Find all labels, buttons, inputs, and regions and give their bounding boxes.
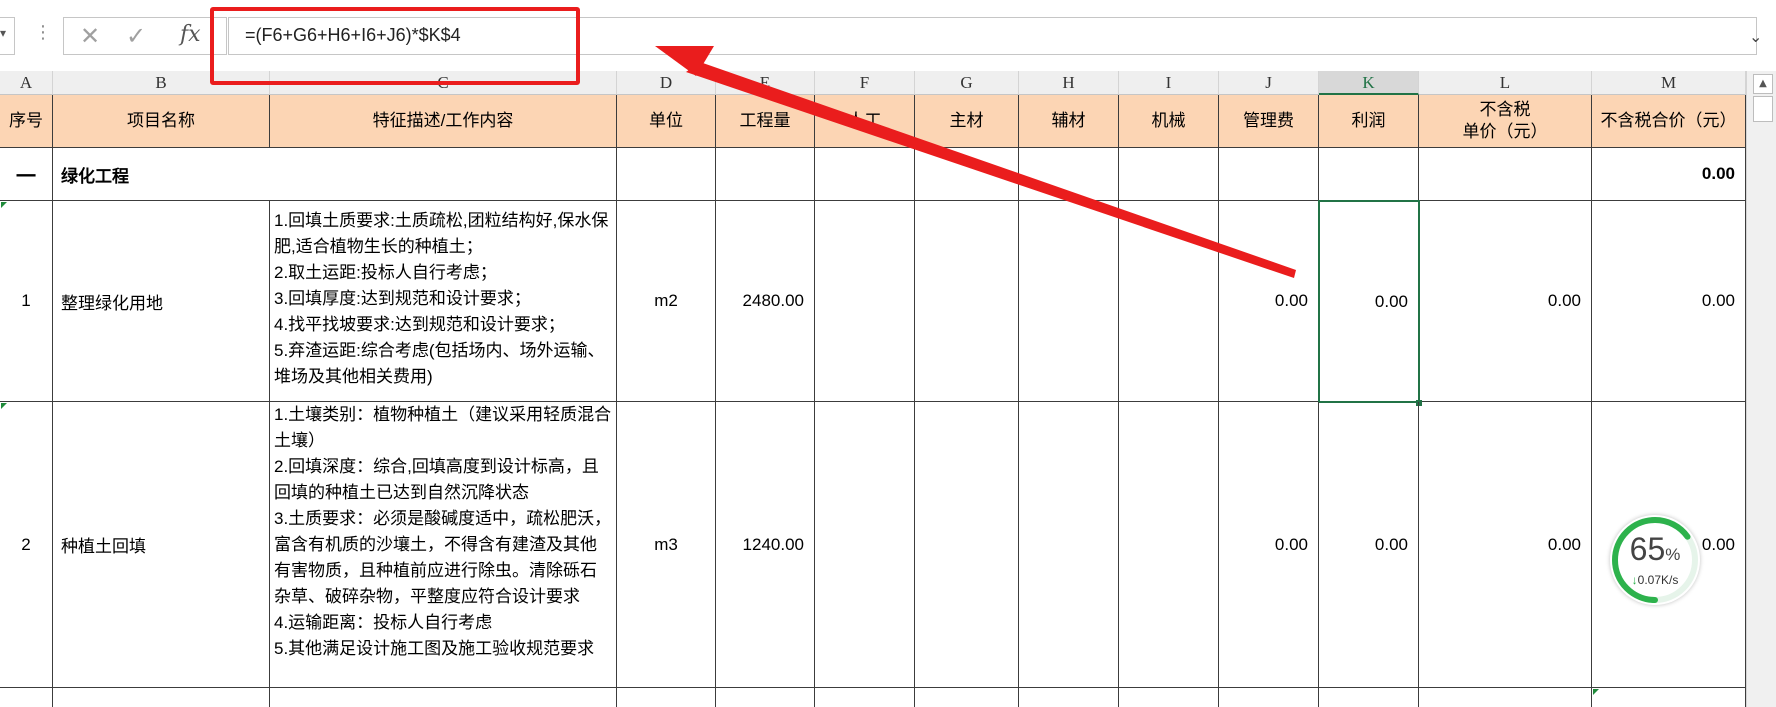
row-2-qty[interactable]: 1240.00 bbox=[716, 402, 815, 688]
row-2-mgmt-fee[interactable]: 0.00 bbox=[1219, 402, 1319, 688]
cell[interactable] bbox=[1419, 688, 1592, 707]
cell[interactable] bbox=[815, 148, 915, 201]
header-total[interactable]: 不含税合价（元） bbox=[1592, 95, 1746, 148]
row-2-seq[interactable]: 2 bbox=[0, 402, 53, 688]
row-1-machine[interactable] bbox=[1119, 201, 1219, 402]
column-header-f[interactable]: F bbox=[815, 71, 915, 95]
more-dots-icon: ⋮ bbox=[34, 22, 52, 43]
column-header-i[interactable]: I bbox=[1119, 71, 1219, 95]
cell[interactable] bbox=[915, 688, 1019, 707]
speed-percent-value: 65 bbox=[1629, 531, 1666, 567]
header-machine[interactable]: 机械 bbox=[1119, 95, 1219, 148]
error-indicator-icon[interactable] bbox=[1, 202, 7, 208]
sheet-grid: 序号 项目名称 特征描述/工作内容 单位 工程量 人工 主材 辅材 机械 管理费… bbox=[0, 95, 1746, 707]
error-indicator-icon[interactable] bbox=[1, 403, 7, 409]
header-unit-price[interactable]: 不含税 单价（元） bbox=[1419, 95, 1592, 148]
cell[interactable] bbox=[1219, 148, 1319, 201]
row-1-total[interactable]: 0.00 bbox=[1592, 201, 1746, 402]
header-qty[interactable]: 工程量 bbox=[716, 95, 815, 148]
header-main-material[interactable]: 主材 bbox=[915, 95, 1019, 148]
cell[interactable] bbox=[1019, 688, 1119, 707]
row-1-desc[interactable]: 1.回填土质要求:土质疏松,团粒结构好,保水保肥,适合植物生长的种植土； 2.取… bbox=[270, 201, 617, 402]
error-indicator-icon[interactable] bbox=[1593, 689, 1599, 695]
row-1-qty[interactable]: 2480.00 bbox=[716, 201, 815, 402]
row-2-unit[interactable]: m3 bbox=[617, 402, 716, 688]
speed-rate-value: 0.07K/s bbox=[1637, 573, 1679, 587]
header-aux-material[interactable]: 辅材 bbox=[1019, 95, 1119, 148]
scroll-thumb[interactable] bbox=[1753, 96, 1773, 122]
row-2-aux-material[interactable] bbox=[1019, 402, 1119, 688]
row-1-mgmt-fee[interactable]: 0.00 bbox=[1219, 201, 1319, 402]
row-2-unit-price[interactable]: 0.00 bbox=[1419, 402, 1592, 688]
cell[interactable] bbox=[1319, 148, 1419, 201]
section-name[interactable]: 绿化工程 bbox=[53, 148, 617, 201]
expand-formula-bar-icon[interactable]: ⌄ bbox=[1749, 27, 1762, 46]
cell[interactable] bbox=[617, 148, 716, 201]
column-header-d[interactable]: D bbox=[617, 71, 716, 95]
row-2-machine[interactable] bbox=[1119, 402, 1219, 688]
speed-rate: ↓0.07K/s bbox=[1610, 573, 1700, 587]
cell[interactable] bbox=[1592, 688, 1746, 707]
row-1-unit[interactable]: m2 bbox=[617, 201, 716, 402]
row-2-name[interactable]: 种植土回填 bbox=[53, 402, 270, 688]
column-header-a[interactable]: A bbox=[0, 71, 53, 95]
cell[interactable] bbox=[716, 688, 815, 707]
section-total[interactable]: 0.00 bbox=[1592, 148, 1746, 201]
cell[interactable] bbox=[915, 148, 1019, 201]
header-profit[interactable]: 利润 bbox=[1319, 95, 1419, 148]
confirm-icon[interactable]: ✓ bbox=[126, 22, 146, 50]
name-box-dropdown-icon[interactable]: ▾ bbox=[0, 26, 6, 40]
row-1-main-material[interactable] bbox=[915, 201, 1019, 402]
vertical-scrollbar[interactable]: ▲ bbox=[1746, 71, 1776, 707]
row-1-aux-material[interactable] bbox=[1019, 201, 1119, 402]
scroll-up-arrow-icon[interactable]: ▲ bbox=[1753, 74, 1773, 94]
column-header-k[interactable]: K bbox=[1319, 71, 1419, 95]
cell[interactable] bbox=[1219, 688, 1319, 707]
network-speed-widget[interactable]: 65% ↓0.07K/s bbox=[1610, 515, 1700, 605]
speed-percent: 65% bbox=[1610, 531, 1700, 568]
column-header-l[interactable]: L bbox=[1419, 71, 1592, 95]
cell[interactable] bbox=[1419, 148, 1592, 201]
column-header-m[interactable]: M bbox=[1592, 71, 1746, 95]
cell[interactable] bbox=[1319, 688, 1419, 707]
row-1-name[interactable]: 整理绿化用地 bbox=[53, 201, 270, 402]
cell[interactable] bbox=[617, 688, 716, 707]
column-header-j[interactable]: J bbox=[1219, 71, 1319, 95]
header-unit[interactable]: 单位 bbox=[617, 95, 716, 148]
header-mgmt-fee[interactable]: 管理费 bbox=[1219, 95, 1319, 148]
row-2-labor[interactable] bbox=[815, 402, 915, 688]
row-2-desc[interactable]: 1.土壤类别：植物种植土（建议采用轻质混合土壤） 2.回填深度：综合,回填高度到… bbox=[270, 402, 617, 688]
row-1-profit-selected-cell[interactable]: 0.00 bbox=[1318, 200, 1420, 403]
cell[interactable] bbox=[716, 148, 815, 201]
cell[interactable] bbox=[53, 688, 270, 707]
column-header-e[interactable]: E bbox=[716, 71, 815, 95]
column-header-h[interactable]: H bbox=[1019, 71, 1119, 95]
header-name[interactable]: 项目名称 bbox=[53, 95, 270, 148]
header-seq[interactable]: 序号 bbox=[0, 95, 53, 148]
cancel-icon[interactable]: ✕ bbox=[80, 22, 100, 50]
cell[interactable] bbox=[1119, 148, 1219, 201]
row-1-seq[interactable]: 1 bbox=[0, 201, 53, 402]
cell[interactable] bbox=[1119, 688, 1219, 707]
cell[interactable] bbox=[815, 688, 915, 707]
insert-function-icon[interactable]: fx bbox=[180, 22, 201, 47]
row-2-profit[interactable]: 0.00 bbox=[1319, 402, 1419, 688]
spreadsheet-window: ▾ ⋮ ✕ ✓ fx =(F6+G6+H6+I6+J6)*$K$4 ⌄ ABCD… bbox=[0, 0, 1776, 707]
header-labor[interactable]: 人工 bbox=[815, 95, 915, 148]
annotation-box bbox=[210, 7, 580, 85]
cell[interactable] bbox=[0, 688, 53, 707]
formula-buttons: ✕ ✓ fx bbox=[63, 17, 227, 55]
row-1-labor[interactable] bbox=[815, 201, 915, 402]
cell[interactable] bbox=[270, 688, 617, 707]
cell[interactable] bbox=[1019, 148, 1119, 201]
section-seq[interactable]: 一 bbox=[0, 148, 53, 201]
row-1-unit-price[interactable]: 0.00 bbox=[1420, 201, 1592, 402]
speed-percent-unit: % bbox=[1665, 545, 1681, 564]
header-desc[interactable]: 特征描述/工作内容 bbox=[270, 95, 617, 148]
column-header-g[interactable]: G bbox=[915, 71, 1019, 95]
row-2-main-material[interactable] bbox=[915, 402, 1019, 688]
